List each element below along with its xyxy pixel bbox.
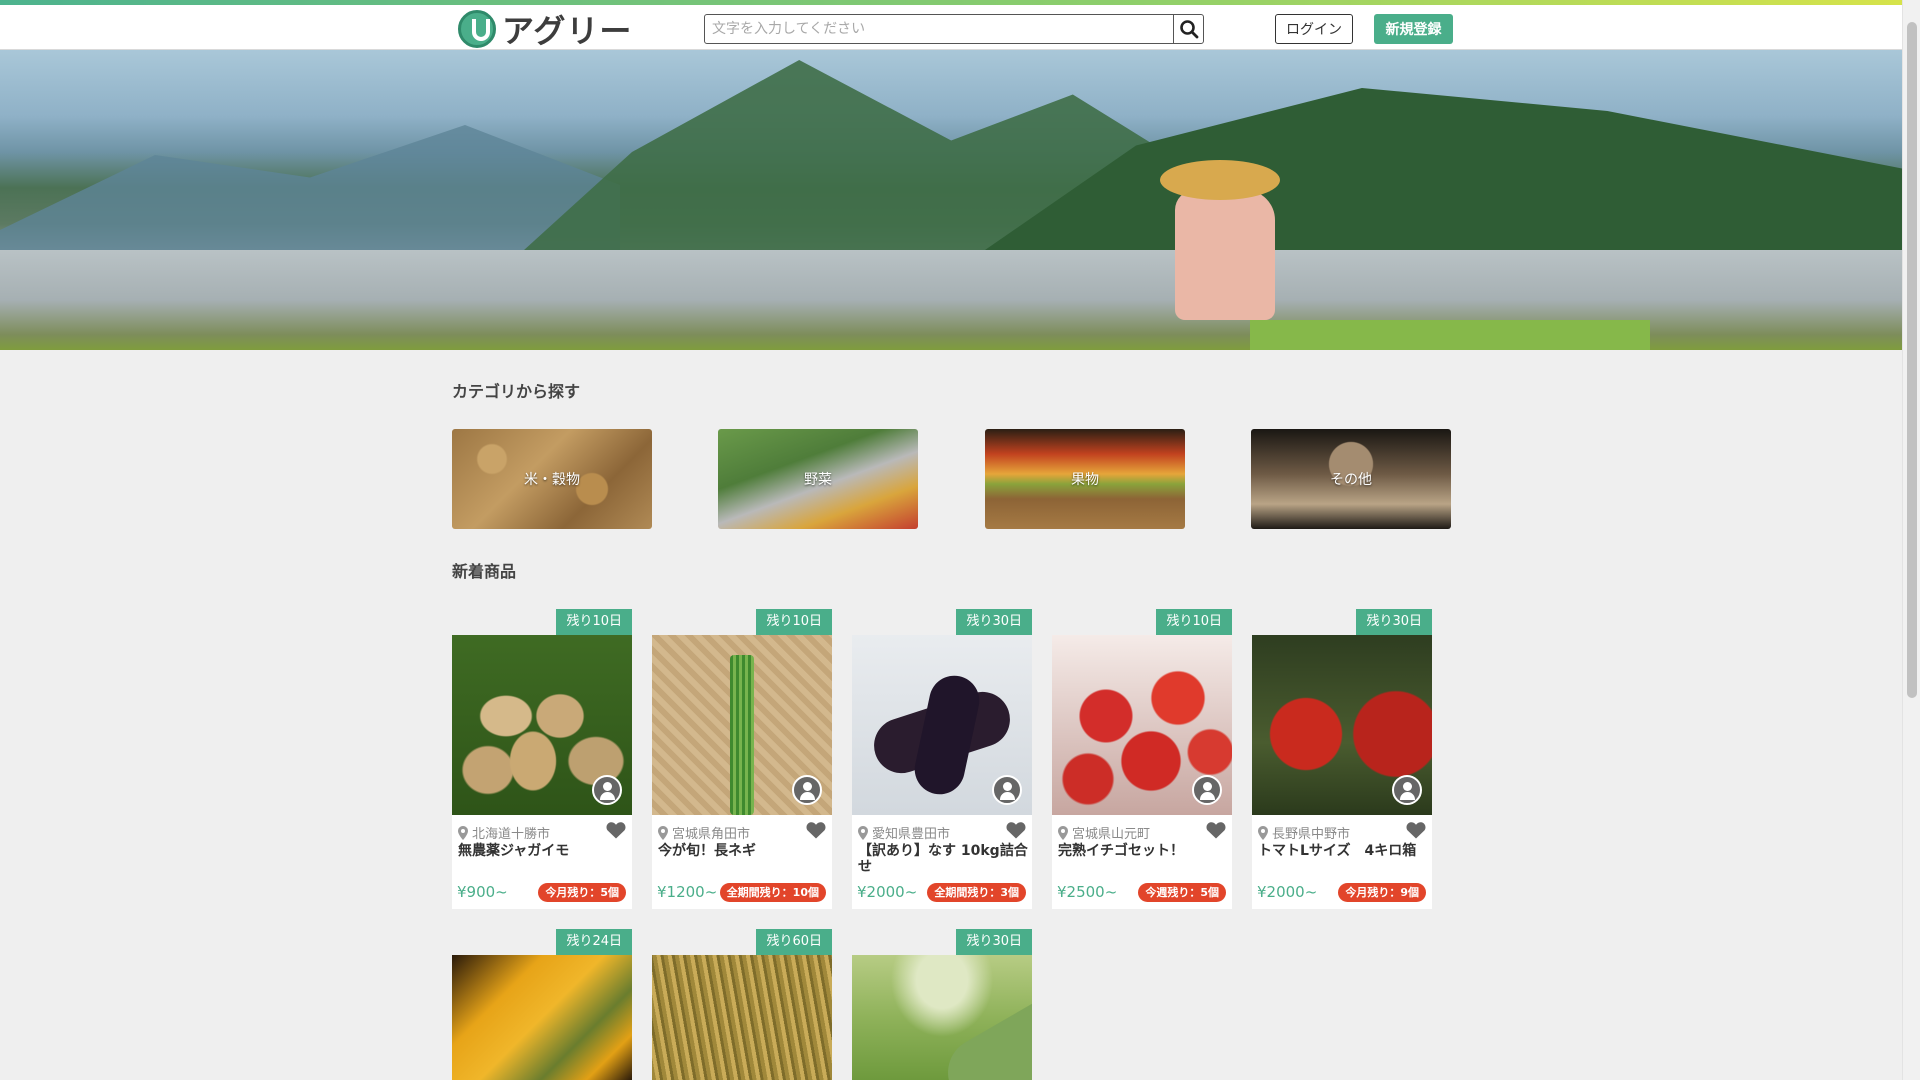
product-card[interactable]: 残り30日 愛知県豊田市 【訳あり】なす 10kg詰合せ ¥2000~ 全期間残… (852, 609, 1032, 909)
location-pin-icon (458, 825, 468, 840)
new-products-title: 新着商品 (452, 562, 517, 581)
stock-remaining-badge: 全期間残り：3個 (927, 883, 1026, 902)
product-name[interactable]: 無農薬ジャガイモ (458, 843, 628, 859)
location-pin-icon (658, 825, 668, 840)
category-section-title: カテゴリから探す (452, 382, 581, 401)
stock-remaining-badge: 全期間残り：10個 (719, 883, 826, 902)
product-price: ¥1200~ (657, 883, 718, 901)
logo-icon (458, 10, 496, 48)
seller-avatar-icon[interactable] (1192, 775, 1222, 805)
signup-button[interactable]: 新規登録 (1374, 14, 1453, 44)
site-logo[interactable]: アグリー (458, 10, 632, 50)
days-left-badge: 残り30日 (956, 929, 1032, 955)
product-name[interactable]: トマトLサイズ 4キロ箱 (1258, 843, 1428, 859)
favorite-heart-icon[interactable] (1006, 821, 1026, 839)
product-price: ¥2000~ (857, 883, 918, 901)
product-location: 愛知県豊田市 (858, 823, 950, 842)
login-button[interactable]: ログイン (1275, 14, 1353, 44)
search-input[interactable] (705, 15, 1173, 43)
product-location: 長野県中野市 (1258, 823, 1350, 842)
product-card[interactable]: 残り10日 宮城県山元町 完熟イチゴセット！ ¥2500~ 今週残り：5個 (1052, 609, 1232, 909)
location-pin-icon (1058, 825, 1068, 840)
product-name[interactable]: 【訳あり】なす 10kg詰合せ (858, 843, 1028, 875)
product-card[interactable]: 残り60日 (652, 929, 832, 1080)
product-image[interactable] (652, 955, 832, 1080)
days-left-badge: 残り24日 (556, 929, 632, 955)
seller-avatar-icon[interactable] (792, 775, 822, 805)
product-card[interactable]: 残り24日 (452, 929, 632, 1080)
category-label: その他 (1330, 472, 1372, 488)
product-card[interactable]: 残り30日 長野県中野市 トマトLサイズ 4キロ箱 ¥2000~ 今月残り：9個 (1252, 609, 1432, 909)
favorite-heart-icon[interactable] (606, 821, 626, 839)
category-vegetables[interactable]: 野菜 (718, 429, 918, 529)
category-label: 米・穀物 (524, 472, 580, 488)
stock-remaining-badge: 今週残り：5個 (1138, 883, 1226, 902)
days-left-badge: 残り60日 (756, 929, 832, 955)
location-text: 愛知県豊田市 (872, 827, 951, 842)
category-label: 野菜 (804, 472, 832, 488)
seller-avatar-icon[interactable] (992, 775, 1022, 805)
location-text: 長野県中野市 (1272, 827, 1351, 842)
days-left-badge: 残り10日 (1156, 609, 1232, 635)
product-price: ¥2000~ (1257, 883, 1318, 901)
product-card[interactable]: 残り10日 宮城県角田市 今が旬！長ネギ ¥1200~ 全期間残り：10個 (652, 609, 832, 909)
product-location: 宮城県山元町 (1058, 823, 1150, 842)
product-location: 宮城県角田市 (658, 823, 750, 842)
category-fruit[interactable]: 果物 (985, 429, 1185, 529)
days-left-badge: 残り10日 (556, 609, 632, 635)
stock-remaining-badge: 今月残り：5個 (538, 883, 626, 902)
search-bar (704, 14, 1204, 44)
location-pin-icon (858, 825, 868, 840)
product-image[interactable] (852, 955, 1032, 1080)
logo-text: アグリー (502, 12, 633, 50)
location-text: 北海道十勝市 (472, 827, 551, 842)
product-image[interactable] (452, 955, 632, 1080)
favorite-heart-icon[interactable] (806, 821, 826, 839)
days-left-badge: 残り30日 (956, 609, 1032, 635)
product-name[interactable]: 完熟イチゴセット！ (1058, 843, 1228, 859)
favorite-heart-icon[interactable] (1206, 821, 1226, 839)
favorite-heart-icon[interactable] (1406, 821, 1426, 839)
days-left-badge: 残り30日 (1356, 609, 1432, 635)
search-icon (1179, 20, 1198, 39)
location-text: 宮城県角田市 (672, 827, 751, 842)
category-label: 果物 (1071, 472, 1099, 488)
scrollbar-thumb[interactable] (1907, 22, 1917, 698)
product-price: ¥900~ (457, 883, 508, 901)
seller-avatar-icon[interactable] (592, 775, 622, 805)
location-pin-icon (1258, 825, 1268, 840)
hero-banner-image (0, 50, 1902, 350)
days-left-badge: 残り10日 (756, 609, 832, 635)
site-header: アグリー ログイン 新規登録 (0, 5, 1902, 50)
category-rice-grain[interactable]: 米・穀物 (452, 429, 652, 529)
product-name[interactable]: 今が旬！長ネギ (658, 843, 828, 859)
location-text: 宮城県山元町 (1072, 827, 1151, 842)
product-price: ¥2500~ (1057, 883, 1118, 901)
product-card[interactable]: 残り30日 (852, 929, 1032, 1080)
stock-remaining-badge: 今月残り：9個 (1338, 883, 1426, 902)
seller-avatar-icon[interactable] (1392, 775, 1422, 805)
search-button[interactable] (1173, 15, 1203, 43)
product-card[interactable]: 残り10日 北海道十勝市 無農薬ジャガイモ ¥900~ 今月残り：5個 (452, 609, 632, 909)
page-scrollbar[interactable] (1902, 0, 1920, 1080)
category-other[interactable]: その他 (1251, 429, 1451, 529)
product-location: 北海道十勝市 (458, 823, 550, 842)
